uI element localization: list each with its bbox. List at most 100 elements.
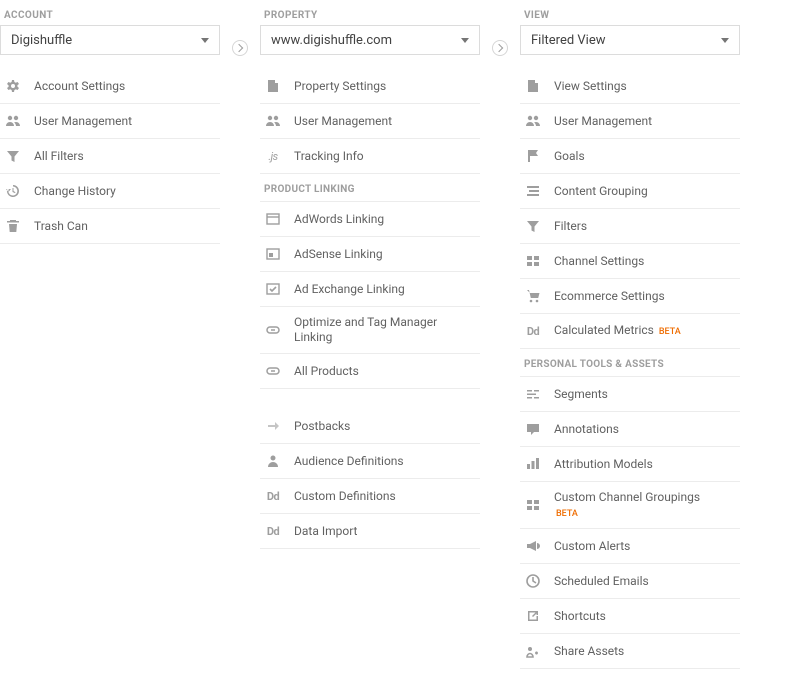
item-label: View Settings	[554, 79, 627, 94]
item-label: Annotations	[554, 422, 619, 437]
nav-item[interactable]: Ecommerce Settings	[520, 279, 740, 314]
view-column: VIEW Filtered View View Settings User Man…	[520, 10, 740, 669]
nav-item[interactable]: Audience Definitions	[260, 444, 480, 479]
audience-icon	[265, 453, 281, 469]
product-linking-items: AdWords Linking AdSense Linking Ad Exchang…	[260, 202, 480, 389]
beta-badge: BETA	[556, 509, 578, 519]
nav-item[interactable]: User Management	[260, 104, 480, 139]
nav-item[interactable]: Filters	[520, 209, 740, 244]
nav-item[interactable]: AdWords Linking	[260, 202, 480, 237]
item-icon: Dd	[264, 487, 282, 505]
nav-item[interactable]: Postbacks	[260, 409, 480, 444]
nav-item[interactable]: AdSense Linking	[260, 237, 480, 272]
nav-item[interactable]: Ad Exchange Linking	[260, 272, 480, 307]
item-label: AdSense Linking	[294, 247, 383, 262]
item-label: Attribution Models	[554, 457, 653, 472]
adsense-icon	[265, 246, 281, 262]
nav-item[interactable]: DdData Import	[260, 514, 480, 549]
nav-item[interactable]: .js Tracking Info	[260, 139, 480, 174]
nav-item[interactable]: Custom Alerts	[520, 529, 740, 564]
channel-icon	[525, 497, 541, 513]
item-icon: .js	[264, 147, 282, 165]
nav-item[interactable]: Custom Channel Groupings BETA	[520, 482, 740, 529]
channel-icon	[525, 253, 541, 269]
item-label: User Management	[294, 114, 392, 129]
view-selector[interactable]: Filtered View	[520, 25, 740, 55]
history-icon	[5, 183, 21, 199]
nav-item[interactable]: Attribution Models	[520, 447, 740, 482]
item-label: Custom Alerts	[554, 539, 630, 554]
item-label: Optimize and Tag Manager Linking	[294, 315, 476, 345]
nav-item[interactable]: Change History	[0, 174, 220, 209]
nav-item[interactable]: Account Settings	[0, 69, 220, 104]
item-icon	[4, 112, 22, 130]
view-header: VIEW	[524, 10, 740, 21]
item-label: Custom Definitions	[294, 489, 396, 504]
item-label: User Management	[554, 114, 652, 129]
item-icon	[524, 496, 542, 514]
item-icon: Dd	[264, 522, 282, 540]
property-selector[interactable]: www.digishuffle.com	[260, 25, 480, 55]
item-label: Filters	[554, 219, 587, 234]
nav-item[interactable]: Channel Settings	[520, 244, 740, 279]
item-label: Trash Can	[34, 219, 88, 234]
link-icon	[265, 322, 281, 338]
item-label: Audience Definitions	[294, 454, 404, 469]
item-icon	[264, 210, 282, 228]
dd-icon: Dd	[527, 325, 539, 338]
property-items: Property Settings User Management .js Track…	[260, 69, 480, 174]
caret-down-icon	[201, 38, 209, 43]
item-icon	[524, 217, 542, 235]
nav-item[interactable]: Share Assets	[520, 634, 740, 669]
nav-item[interactable]: View Settings	[520, 69, 740, 104]
account-header: ACCOUNT	[4, 10, 220, 21]
item-label: Postbacks	[294, 419, 350, 434]
item-icon	[264, 417, 282, 435]
annotation-icon	[525, 421, 541, 437]
caret-down-icon	[721, 38, 729, 43]
account-selector[interactable]: Digishuffle	[0, 25, 220, 55]
nav-item[interactable]: Content Grouping	[520, 174, 740, 209]
item-label: Change History	[34, 184, 116, 199]
nav-item[interactable]: All Products	[260, 354, 480, 389]
nav-item[interactable]: Property Settings	[260, 69, 480, 104]
nav-item[interactable]: Shortcuts	[520, 599, 740, 634]
item-label: Shortcuts	[554, 609, 606, 624]
settings-icon	[5, 78, 21, 94]
item-label: Account Settings	[34, 79, 125, 94]
nav-item[interactable]: Annotations	[520, 412, 740, 447]
item-label: Tracking Info	[294, 149, 364, 164]
item-icon	[524, 112, 542, 130]
nav-item[interactable]: All Filters	[0, 139, 220, 174]
item-icon	[524, 182, 542, 200]
nav-item[interactable]: Dd Custom Definitions	[260, 479, 480, 514]
item-icon	[4, 182, 22, 200]
nav-item[interactable]: Segments	[520, 377, 740, 412]
property-more-items: Postbacks Audience Definitions Dd Custom De…	[260, 409, 480, 549]
item-icon	[524, 420, 542, 438]
item-label: Segments	[554, 387, 608, 402]
item-icon	[264, 245, 282, 263]
item-icon	[524, 147, 542, 165]
item-label: Ad Exchange Linking	[294, 282, 405, 297]
nav-item[interactable]: DdCalculated Metrics BETA	[520, 314, 740, 349]
nav-item[interactable]: User Management	[520, 104, 740, 139]
megaphone-icon	[525, 538, 541, 554]
item-icon	[524, 537, 542, 555]
personal-header: PERSONAL TOOLS & ASSETS	[520, 349, 740, 377]
bars-icon	[525, 456, 541, 472]
item-icon	[524, 77, 542, 95]
nav-item[interactable]: Scheduled Emails	[520, 564, 740, 599]
doc-icon	[525, 78, 541, 94]
link-icon	[265, 363, 281, 379]
account-column: ACCOUNT Digishuffle Account Settings User…	[0, 10, 220, 244]
account-items: Account Settings User ManagementAll Filte…	[0, 69, 220, 244]
nav-item[interactable]: User Management	[0, 104, 220, 139]
item-icon	[264, 362, 282, 380]
users-icon	[525, 113, 541, 129]
nav-item[interactable]: Trash Can	[0, 209, 220, 244]
adwords-icon	[265, 211, 281, 227]
nav-item[interactable]: Goals	[520, 139, 740, 174]
nav-item[interactable]: Optimize and Tag Manager Linking	[260, 307, 480, 354]
item-label: Share Assets	[554, 644, 624, 659]
